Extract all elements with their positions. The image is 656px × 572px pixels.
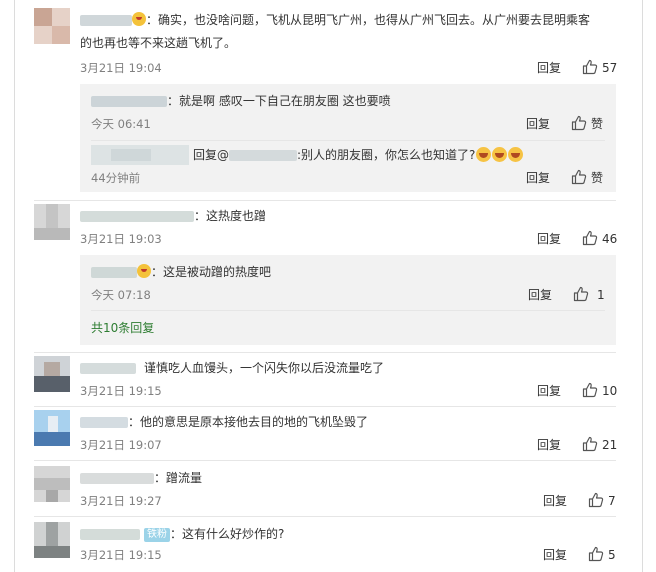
avatar[interactable] xyxy=(34,522,70,558)
comment-text: ：这有什么好炒作的? xyxy=(170,527,285,541)
comment-time: 3月21日 19:07 xyxy=(80,438,162,452)
comment-divider xyxy=(34,406,616,407)
laugh-cry-emoji-icon xyxy=(476,147,492,162)
username-blurred[interactable] xyxy=(91,267,137,278)
avatar[interactable] xyxy=(34,410,70,446)
avatar[interactable] xyxy=(34,356,70,392)
reply-button[interactable]: 回复 xyxy=(543,493,567,509)
username-blurred[interactable] xyxy=(80,15,132,26)
thumbs-up-icon[interactable] xyxy=(588,492,604,508)
comment-time: 3月21日 19:15 xyxy=(80,384,162,398)
reply-button[interactable]: 回复 xyxy=(526,170,550,186)
reply-button[interactable]: 回复 xyxy=(537,60,561,76)
thumbs-up-icon[interactable] xyxy=(588,546,604,562)
username-blurred[interactable] xyxy=(80,211,194,222)
thumbs-up-icon[interactable] xyxy=(582,436,598,452)
like-count: 46 xyxy=(602,232,618,246)
reply-button[interactable]: 回复 xyxy=(543,547,567,563)
avatar[interactable] xyxy=(34,466,70,502)
fan-badge: 铁粉 xyxy=(144,528,170,542)
like-count: 57 xyxy=(602,61,618,75)
thumbs-up-icon[interactable] xyxy=(582,59,598,75)
mention-blurred[interactable] xyxy=(229,150,298,161)
emoji-badge-icon xyxy=(137,264,151,278)
username-blurred[interactable] xyxy=(80,363,136,374)
comment-text-line: ：他的意思是原本接他去目的地的飞机坠毁了 xyxy=(80,411,368,433)
comment-divider xyxy=(34,460,616,461)
like-label: 赞 xyxy=(591,171,604,185)
avatar[interactable] xyxy=(34,204,70,240)
comment-text-line: ：这热度也蹭 xyxy=(80,205,266,227)
comment-time: 3月21日 19:03 xyxy=(80,232,162,246)
reply-text: ：这是被动蹭的热度吧 xyxy=(151,265,272,279)
like-count: 21 xyxy=(602,438,618,452)
comment-text: ：这热度也蹭 xyxy=(194,209,267,223)
comment-text-line: ：确实，也没啥问题，飞机从昆明飞广州，也得从广州飞回去。从广州要去昆明乘客 xyxy=(80,9,590,31)
comment-text: ：蹭流量 xyxy=(154,471,203,485)
thumbs-up-icon[interactable] xyxy=(582,230,598,246)
comment-divider xyxy=(34,200,616,201)
reply-button[interactable]: 回复 xyxy=(537,231,561,247)
comment-time: 3月21日 19:27 xyxy=(80,494,162,508)
username-blurred[interactable] xyxy=(80,529,140,540)
reply-divider xyxy=(91,310,605,311)
comment-divider xyxy=(34,516,616,517)
comment-time: 3月21日 19:04 xyxy=(80,61,162,75)
thumbs-up-icon[interactable] xyxy=(571,115,587,131)
comment-text: ：他的意思是原本接他去目的地的飞机坠毁了 xyxy=(128,415,369,429)
thumbs-up-icon[interactable] xyxy=(571,169,587,185)
username-blurred[interactable] xyxy=(80,417,128,428)
reply-time: 今天 07:18 xyxy=(91,288,151,302)
reply-time: 44分钟前 xyxy=(91,171,141,185)
like-count: 5 xyxy=(608,548,616,562)
comment-text: 谨慎吃人血馒头，一个闪失你以后没流量吃了 xyxy=(144,361,385,375)
laugh-cry-emoji-icon xyxy=(508,147,524,162)
laugh-cry-emoji-icon xyxy=(492,147,508,162)
reply-text-line: 回复@ :别人的朋友圈，你怎么也知道了? xyxy=(193,144,524,166)
comment-text-continued: 的也再也等不来这趟飞机了。 xyxy=(80,36,237,50)
like-count: 10 xyxy=(602,384,618,398)
emoji-badge-icon xyxy=(132,12,146,26)
avatar[interactable] xyxy=(34,8,70,44)
frame-border-left xyxy=(14,0,15,572)
reply-text-line: ：就是啊 感叹一下自己在朋友圈 这也要喷 xyxy=(91,90,391,112)
reply-text: ：就是啊 感叹一下自己在朋友圈 这也要喷 xyxy=(167,94,391,108)
thumbs-up-icon[interactable] xyxy=(582,382,598,398)
username-blurred[interactable] xyxy=(80,473,154,484)
more-replies-link[interactable]: 共10条回复 xyxy=(91,320,154,336)
comment-text-line: 谨慎吃人血馒头，一个闪失你以后没流量吃了 xyxy=(80,357,384,379)
reply-button[interactable]: 回复 xyxy=(537,437,561,453)
comment-divider xyxy=(34,352,616,353)
reply-button[interactable]: 回复 xyxy=(528,287,552,303)
avatar-blurred[interactable] xyxy=(91,145,189,165)
reply-divider xyxy=(91,140,605,141)
comment-time: 3月21日 19:15 xyxy=(80,548,162,562)
like-label: 赞 xyxy=(591,117,604,131)
comment-text-line: 铁粉 ：这有什么好炒作的? xyxy=(80,523,284,545)
reply-time: 今天 06:41 xyxy=(91,117,151,131)
reply-text-line: ：这是被动蹭的热度吧 xyxy=(91,261,271,283)
frame-border-right xyxy=(642,0,643,572)
thumbs-up-icon[interactable] xyxy=(573,286,589,302)
comment-text-line: ：蹭流量 xyxy=(80,467,202,489)
reply-button[interactable]: 回复 xyxy=(537,383,561,399)
like-count: 7 xyxy=(608,494,616,508)
reply-text: :别人的朋友圈，你怎么也知道了? xyxy=(297,148,476,162)
like-count: 1 xyxy=(597,288,605,302)
comment-text: ：确实，也没啥问题，飞机从昆明飞广州，也得从广州飞回去。从广州要去昆明乘客 xyxy=(146,13,591,27)
reply-prefix: 回复@ xyxy=(193,148,230,162)
username-blurred[interactable] xyxy=(91,96,167,107)
reply-button[interactable]: 回复 xyxy=(526,116,550,132)
